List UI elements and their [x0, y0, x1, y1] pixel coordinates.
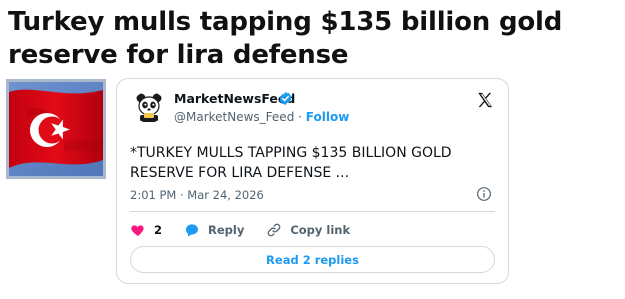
- follow-button[interactable]: Follow: [306, 110, 350, 124]
- article-headline: Turkey mulls tapping $135 billion gold r…: [8, 7, 563, 70]
- link-icon: [267, 223, 281, 237]
- info-icon[interactable]: [476, 186, 492, 202]
- divider: [130, 211, 495, 212]
- tweet-text: *TURKEY MULLS TAPPING $135 BILLION GOLD …: [130, 145, 452, 181]
- like-button[interactable]: 2: [130, 222, 162, 238]
- verified-badge-icon: [279, 91, 292, 106]
- like-count: 2: [154, 223, 163, 237]
- handle-row: @MarketNews_Feed · Follow: [174, 110, 349, 124]
- heart-icon: [131, 225, 144, 236]
- tweet-actions: 2 Reply Copy link: [130, 221, 372, 239]
- embedded-tweet-card[interactable]: MarketNewsFeed @MarketNews_Feed · Follow…: [116, 78, 509, 284]
- author-handle[interactable]: @MarketNews_Feed: [174, 110, 294, 124]
- copy-link-label: Copy link: [290, 223, 351, 237]
- panda-avatar-icon: [133, 91, 165, 123]
- tweet-timestamp[interactable]: 2:01 PM · Mar 24, 2026: [130, 188, 264, 202]
- copy-link-button[interactable]: Copy link: [266, 222, 350, 238]
- reply-label: Reply: [208, 223, 245, 237]
- article-thumbnail[interactable]: [6, 79, 106, 179]
- read-replies-button[interactable]: Read 2 replies: [130, 246, 495, 273]
- page: Turkey mulls tapping $135 billion gold r…: [0, 0, 625, 299]
- turkish-flag-icon: [9, 82, 103, 176]
- reply-bubble-icon: [186, 224, 199, 237]
- x-logo-icon[interactable]: [476, 91, 494, 109]
- avatar[interactable]: [133, 91, 165, 123]
- handle-separator: ·: [298, 110, 302, 124]
- reply-button[interactable]: Reply: [184, 222, 244, 238]
